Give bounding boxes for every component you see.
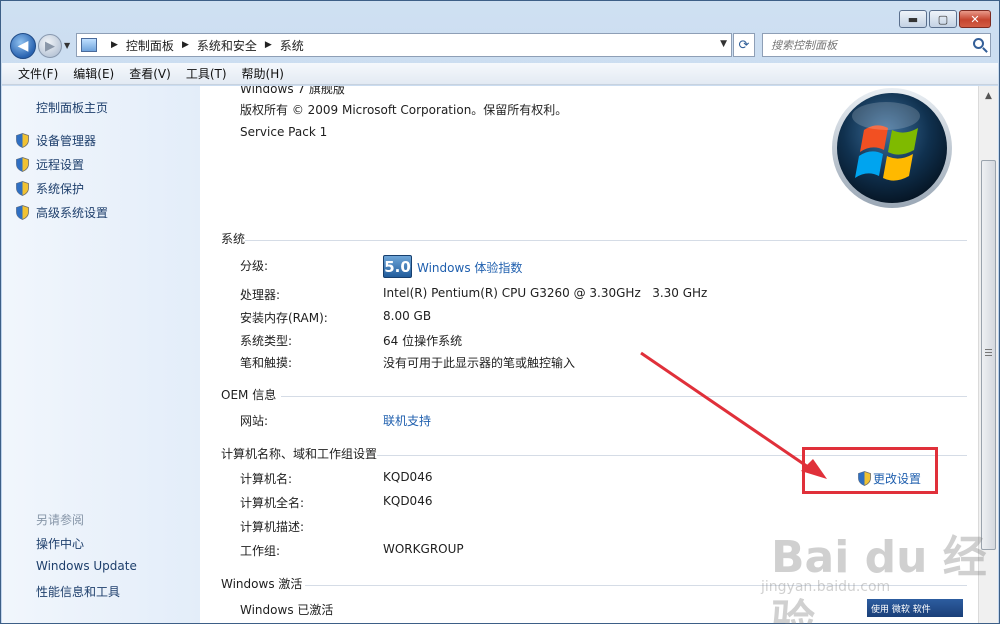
scroll-up-icon[interactable]: ▲ bbox=[981, 88, 996, 104]
annotation-highlight-box bbox=[802, 447, 938, 494]
computer-name-value: KQD046 bbox=[383, 470, 433, 484]
breadcrumb-system[interactable]: 系统 bbox=[280, 37, 304, 54]
sidebar-item-device-manager[interactable]: 设备管理器 bbox=[16, 132, 96, 149]
search-icon[interactable] bbox=[973, 38, 984, 49]
section-activation-heading: Windows 激活 bbox=[221, 577, 303, 591]
experience-index-badge[interactable]: 5.0 bbox=[383, 255, 412, 278]
rating-score: 5.0 bbox=[384, 257, 411, 276]
sidebar-item-label: 系统保护 bbox=[36, 182, 85, 196]
address-bar[interactable]: ▶ 控制面板 ▶ 系统和安全 ▶ 系统 ▼ bbox=[76, 33, 732, 57]
section-oem-heading: OEM 信息 bbox=[221, 388, 277, 402]
uac-shield-icon bbox=[16, 157, 29, 172]
system-type-value: 64 位操作系统 bbox=[383, 334, 463, 348]
pen-touch-value: 没有可用于此显示器的笔或触控输入 bbox=[383, 356, 576, 370]
copyright-text: 版权所有 © 2009 Microsoft Corporation。保留所有权利… bbox=[240, 103, 568, 117]
windows-edition: Windows 7 旗舰版 bbox=[240, 86, 345, 96]
see-also-heading: 另请参阅 bbox=[36, 513, 85, 527]
control-panel-icon bbox=[81, 38, 97, 52]
maximize-button[interactable]: ▢ bbox=[929, 10, 957, 28]
menu-tools[interactable]: 工具(T) bbox=[186, 65, 227, 82]
sidebar-item-system-protection[interactable]: 系统保护 bbox=[16, 180, 84, 197]
menu-bar: 文件(F) 编辑(E) 查看(V) 工具(T) 帮助(H) bbox=[2, 63, 998, 85]
uac-shield-icon bbox=[16, 133, 29, 148]
refresh-icon: ⟳ bbox=[738, 37, 750, 53]
sidebar-item-advanced-settings[interactable]: 高级系统设置 bbox=[16, 204, 108, 221]
sidebar-item-label: 高级系统设置 bbox=[36, 206, 109, 220]
website-label: 网站: bbox=[240, 414, 269, 428]
search-input[interactable] bbox=[771, 38, 961, 52]
description-label: 计算机描述: bbox=[240, 520, 305, 534]
refresh-button[interactable]: ⟳ bbox=[733, 33, 755, 57]
breadcrumb-separator-icon[interactable]: ▶ bbox=[265, 40, 272, 50]
uac-shield-icon bbox=[16, 205, 29, 220]
menu-file[interactable]: 文件(F) bbox=[18, 65, 58, 82]
full-name-label: 计算机全名: bbox=[240, 496, 305, 510]
link-windows-update[interactable]: Windows Update bbox=[36, 559, 137, 573]
control-panel-window: ▬ ▢ ✕ ◀ ▶ ▼ ▶ 控制面板 ▶ 系统和安全 ▶ 系统 ▼ ⟳ 文件(F… bbox=[0, 0, 1000, 624]
section-divider bbox=[281, 396, 967, 397]
menu-help[interactable]: 帮助(H) bbox=[242, 65, 284, 82]
breadcrumb-system-security[interactable]: 系统和安全 bbox=[197, 37, 257, 54]
search-box[interactable] bbox=[762, 33, 991, 57]
sidebar-control-panel-home[interactable]: 控制面板主页 bbox=[36, 99, 108, 116]
processor-value: Intel(R) Pentium(R) CPU G3260 @ 3.30GHz … bbox=[383, 286, 708, 300]
full-name-value: KQD046 bbox=[383, 494, 433, 508]
menu-edit[interactable]: 编辑(E) bbox=[73, 65, 114, 82]
breadcrumb-separator-icon[interactable]: ▶ bbox=[111, 40, 118, 50]
online-support-link[interactable]: 联机支持 bbox=[383, 412, 431, 429]
grip-icon bbox=[985, 349, 992, 350]
section-divider bbox=[245, 240, 967, 241]
section-system-heading: 系统 bbox=[221, 232, 246, 246]
minimize-button[interactable]: ▬ bbox=[899, 10, 927, 28]
link-action-center[interactable]: 操作中心 bbox=[36, 535, 84, 552]
workgroup-value: WORKGROUP bbox=[383, 542, 464, 556]
pen-touch-label: 笔和触摸: bbox=[240, 356, 293, 370]
close-button[interactable]: ✕ bbox=[959, 10, 991, 28]
scroll-thumb[interactable] bbox=[981, 160, 996, 550]
address-dropdown-icon[interactable]: ▼ bbox=[720, 39, 727, 49]
ram-label: 安装内存(RAM): bbox=[240, 311, 328, 325]
sidebar-item-label: 设备管理器 bbox=[36, 134, 97, 148]
service-pack: Service Pack 1 bbox=[240, 125, 328, 139]
workgroup-label: 工作组: bbox=[240, 544, 281, 558]
processor-label: 处理器: bbox=[240, 288, 281, 302]
rating-label: 分级: bbox=[240, 259, 269, 273]
ram-value: 8.00 GB bbox=[383, 309, 432, 323]
recent-pages-dropdown[interactable]: ▼ bbox=[64, 41, 70, 50]
sidebar-item-remote-settings[interactable]: 远程设置 bbox=[16, 156, 84, 173]
computer-name-label: 计算机名: bbox=[240, 472, 293, 486]
activation-status: Windows 已激活 bbox=[240, 603, 334, 617]
back-button[interactable]: ◀ bbox=[10, 33, 36, 59]
experience-index-link[interactable]: Windows 体验指数 bbox=[417, 259, 522, 276]
forward-arrow-icon: ▶ bbox=[45, 38, 55, 54]
forward-button[interactable]: ▶ bbox=[38, 34, 62, 58]
uac-shield-icon bbox=[16, 181, 29, 196]
back-arrow-icon: ◀ bbox=[17, 38, 29, 54]
sidebar: 控制面板主页 设备管理器 远程设置 系统保护 高级系统设置 另请参阅 操作中心 … bbox=[2, 86, 200, 623]
watermark-url: jingyan.baidu.com bbox=[761, 579, 891, 595]
windows-logo bbox=[828, 86, 956, 210]
breadcrumb-control-panel[interactable]: 控制面板 bbox=[126, 37, 174, 54]
section-computer-heading: 计算机名称、域和工作组设置 bbox=[221, 447, 378, 461]
menu-view[interactable]: 查看(V) bbox=[129, 65, 171, 82]
sidebar-item-label: 远程设置 bbox=[36, 158, 85, 172]
genuine-software-badge: 使用 微软 软件 bbox=[867, 599, 963, 617]
breadcrumb-separator-icon[interactable]: ▶ bbox=[182, 40, 189, 50]
link-performance-info[interactable]: 性能信息和工具 bbox=[36, 583, 120, 600]
system-type-label: 系统类型: bbox=[240, 334, 293, 348]
